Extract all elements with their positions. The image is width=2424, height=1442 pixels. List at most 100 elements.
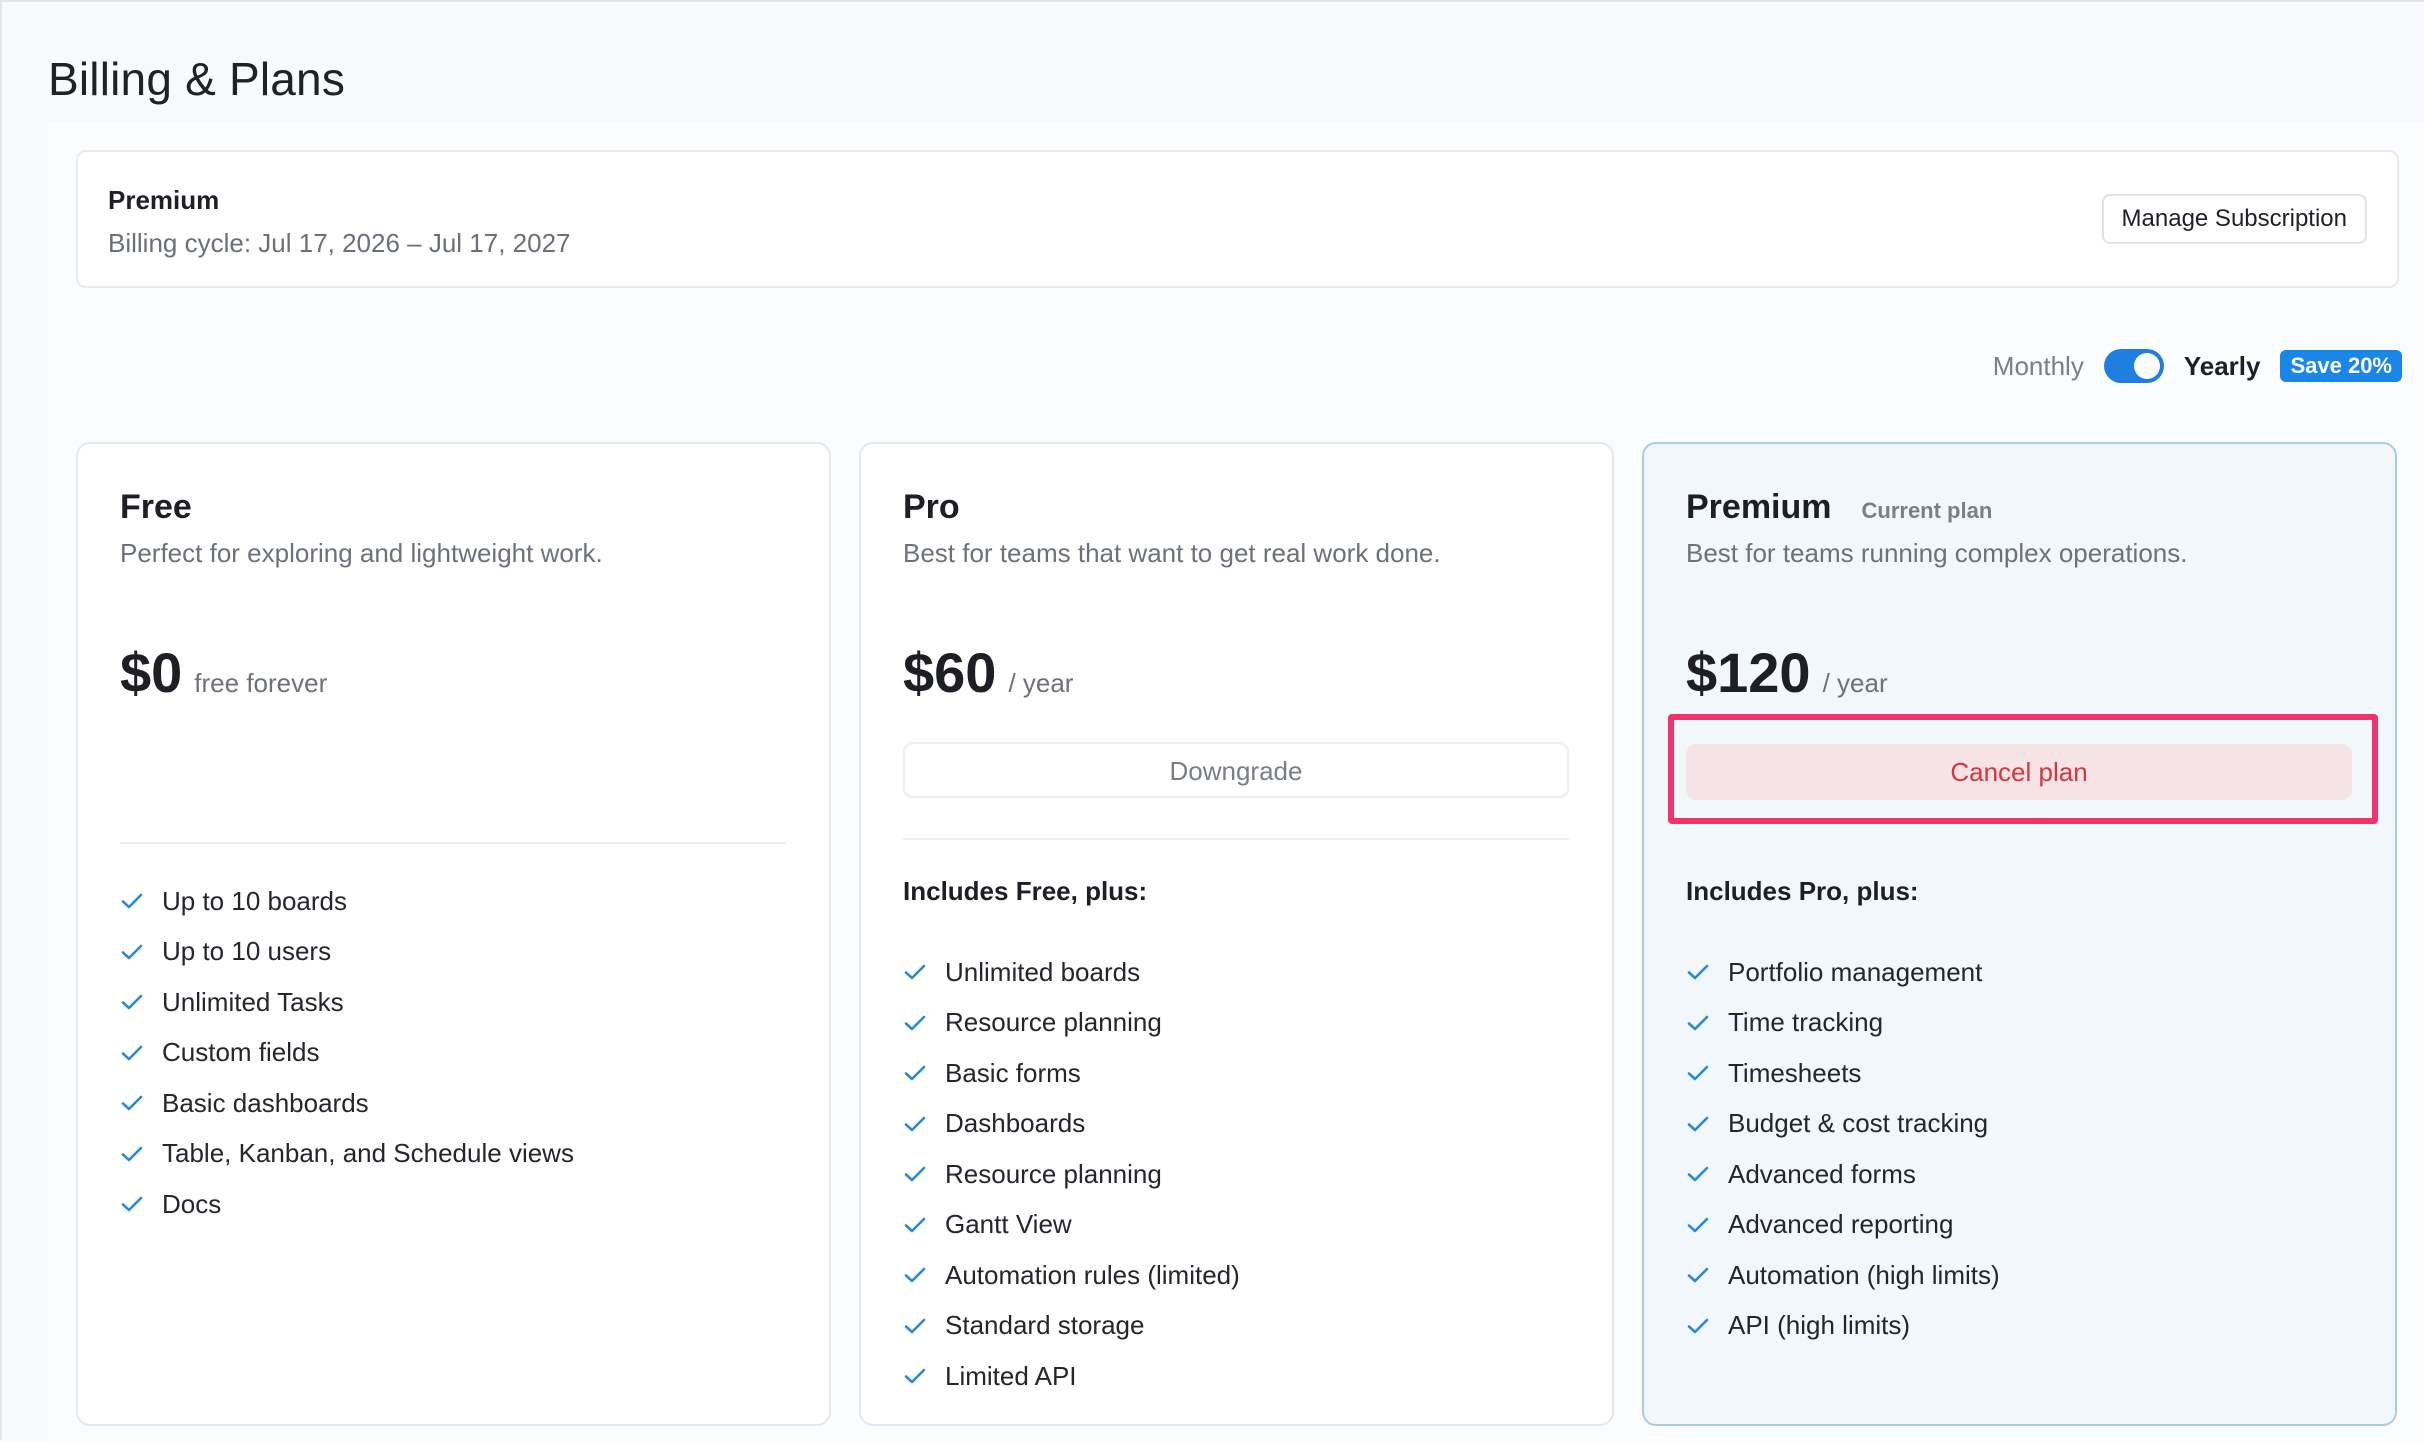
plan-name: Free	[120, 488, 192, 527]
feature-label: Resource planning	[945, 1007, 1162, 1038]
feature-item: Time tracking	[1686, 998, 2000, 1049]
feature-label: Timesheets	[1728, 1057, 1862, 1088]
check-icon	[1687, 1116, 1709, 1132]
subscription-summary-card: Premium Billing cycle: Jul 17, 2026 – Ju…	[76, 150, 2399, 288]
manage-subscription-button[interactable]: Manage Subscription	[2101, 194, 2367, 244]
check-icon	[121, 1095, 143, 1111]
check-icon	[1687, 1318, 1709, 1334]
feature-label: Time tracking	[1728, 1007, 1884, 1038]
plan-description: Best for teams that want to get real wor…	[903, 538, 1441, 568]
feature-item: Standard storage	[903, 1301, 1240, 1352]
plan-name-text: Premium	[1686, 488, 1832, 526]
check-icon	[1687, 1166, 1709, 1182]
feature-item: Portfolio management	[1686, 947, 2000, 998]
price-row: $0 free forever	[120, 640, 327, 705]
check-icon	[1687, 1015, 1709, 1031]
plan-description: Best for teams running complex operation…	[1686, 538, 2188, 568]
check-icon	[904, 1217, 926, 1233]
plan-card-pro: Pro Best for teams that want to get real…	[859, 442, 1614, 1426]
feature-item: Docs	[120, 1179, 574, 1230]
feature-item: Limited API	[903, 1351, 1240, 1402]
check-icon	[1687, 964, 1709, 980]
feature-label: Basic dashboards	[162, 1087, 369, 1118]
check-icon	[121, 1045, 143, 1061]
feature-label: Budget & cost tracking	[1728, 1108, 1989, 1139]
check-icon	[1687, 1217, 1709, 1233]
feature-label: Resource planning	[945, 1158, 1162, 1189]
check-icon	[121, 893, 143, 909]
check-icon	[1687, 1267, 1709, 1283]
feature-item: Unlimited boards	[903, 947, 1240, 998]
feature-item: Advanced forms	[1686, 1149, 2000, 1200]
plan-name: Pro	[903, 488, 960, 527]
divider	[120, 842, 786, 844]
feature-label: Up to 10 users	[162, 936, 332, 967]
feature-label: Unlimited Tasks	[162, 986, 344, 1017]
feature-list: Up to 10 boards Up to 10 users Unlimited T…	[120, 876, 574, 1230]
check-icon	[121, 1196, 143, 1212]
feature-item: Custom fields	[120, 1028, 574, 1079]
feature-item: Budget & cost tracking	[1686, 1099, 2000, 1150]
feature-label: Basic forms	[945, 1057, 1081, 1088]
switch-knob	[2133, 353, 2160, 379]
page-title: Billing & Plans	[48, 53, 346, 105]
current-plan-tag: Current plan	[1861, 498, 1993, 523]
check-icon	[904, 1267, 926, 1283]
plan-price-unit: / year	[1008, 668, 1074, 698]
yearly-label[interactable]: Yearly	[2184, 351, 2261, 382]
feature-label: Custom fields	[162, 1037, 320, 1068]
billing-cycle-text: Billing cycle: Jul 17, 2026 – Jul 17, 20…	[108, 228, 571, 258]
check-icon	[121, 944, 143, 960]
feature-label: Advanced forms	[1728, 1158, 1916, 1189]
feature-item: Table, Kanban, and Schedule views	[120, 1129, 574, 1180]
plan-price-unit: / year	[1822, 668, 1888, 698]
feature-item: Unlimited Tasks	[120, 977, 574, 1028]
feature-item: Resource planning	[903, 998, 1240, 1049]
feature-label: Unlimited boards	[945, 956, 1141, 987]
plan-price: $60	[903, 641, 997, 704]
check-icon	[904, 1368, 926, 1384]
feature-label: Docs	[162, 1188, 222, 1219]
feature-item: Up to 10 boards	[120, 876, 574, 927]
price-row: $60 / year	[903, 640, 1073, 705]
check-icon	[904, 1116, 926, 1132]
billing-period-toggle: Monthly Yearly Save 20%	[1993, 348, 2402, 384]
check-icon	[904, 1015, 926, 1031]
features-heading: Includes Free, plus:	[903, 876, 1148, 906]
feature-item: Basic dashboards	[120, 1078, 574, 1129]
billing-page: Billing & Plans Premium Billing cycle: J…	[0, 0, 2424, 1442]
feature-label: Up to 10 boards	[162, 885, 348, 916]
cancel-plan-button[interactable]: Cancel plan	[1686, 744, 2352, 800]
feature-label: Dashboards	[945, 1108, 1086, 1139]
monthly-label[interactable]: Monthly	[1993, 351, 2084, 382]
price-row: $120 / year	[1686, 640, 1888, 705]
feature-label: Standard storage	[945, 1310, 1145, 1341]
plan-name-text: Free	[120, 488, 192, 526]
feature-item: Basic forms	[903, 1048, 1240, 1099]
check-icon	[121, 1146, 143, 1162]
feature-item: Dashboards	[903, 1099, 1240, 1150]
downgrade-button[interactable]: Downgrade	[903, 742, 1569, 798]
check-icon	[1687, 1065, 1709, 1081]
check-icon	[121, 994, 143, 1010]
feature-list: Portfolio management Time tracking Timeshe…	[1686, 947, 2000, 1351]
feature-label: Limited API	[945, 1360, 1077, 1391]
feature-label: Gantt View	[945, 1209, 1072, 1240]
billing-period-switch[interactable]	[2103, 349, 2164, 383]
plan-price: $0	[120, 641, 183, 704]
divider	[903, 838, 1569, 840]
plan-description: Perfect for exploring and lightweight wo…	[120, 538, 603, 568]
check-icon	[904, 1166, 926, 1182]
feature-item: Automation (high limits)	[1686, 1250, 2000, 1301]
feature-item: Resource planning	[903, 1149, 1240, 1200]
feature-label: Automation rules (limited)	[945, 1259, 1240, 1290]
feature-label: Portfolio management	[1728, 956, 1983, 987]
subscription-plan-name: Premium	[108, 185, 220, 215]
check-icon	[904, 1318, 926, 1334]
feature-item: Automation rules (limited)	[903, 1250, 1240, 1301]
feature-item: Up to 10 users	[120, 927, 574, 978]
feature-label: API (high limits)	[1728, 1310, 1911, 1341]
feature-item: API (high limits)	[1686, 1301, 2000, 1352]
plan-card-free: Free Perfect for exploring and lightweig…	[76, 442, 831, 1426]
check-icon	[904, 1065, 926, 1081]
